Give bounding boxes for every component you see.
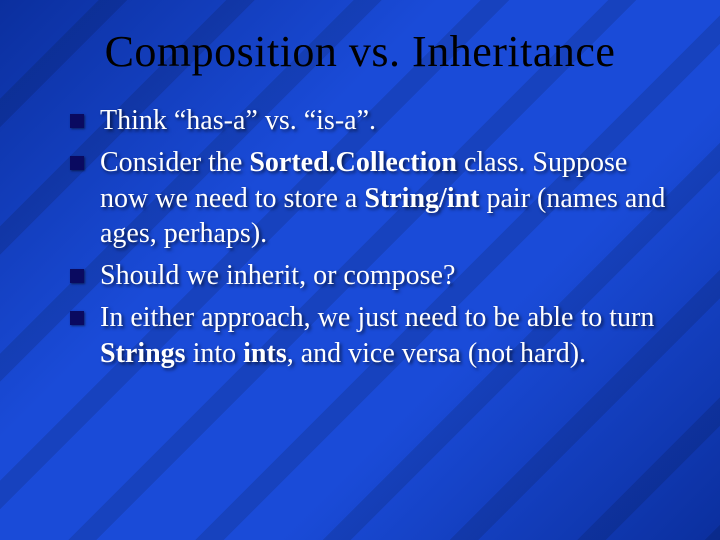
list-item: In either approach, we just need to be a… <box>70 300 670 372</box>
list-item: Consider the Sorted.Collection class. Su… <box>70 145 670 252</box>
slide-body: Think “has-a” vs. “is-a”. Consider the S… <box>0 95 720 372</box>
list-item: Should we inherit, or compose? <box>70 258 670 294</box>
bold-text: String/int <box>364 183 479 214</box>
bold-text: ints <box>243 338 287 369</box>
list-item: Think “has-a” vs. “is-a”. <box>70 103 670 139</box>
bullet-text: into <box>186 338 244 369</box>
bullet-text: Think “has-a” vs. “is-a”. <box>100 105 376 136</box>
bullet-text: , and vice versa (not hard). <box>287 338 586 369</box>
slide: Composition vs. Inheritance Think “has-a… <box>0 0 720 540</box>
bullet-list: Think “has-a” vs. “is-a”. Consider the S… <box>70 103 670 372</box>
bold-text: Strings <box>100 338 186 369</box>
slide-title: Composition vs. Inheritance <box>0 0 720 95</box>
bullet-text: Should we inherit, or compose? <box>100 260 455 291</box>
bullet-text: Consider the <box>100 147 249 178</box>
bold-text: Sorted.Collection <box>249 147 457 178</box>
bullet-text: In either approach, we just need to be a… <box>100 302 654 333</box>
